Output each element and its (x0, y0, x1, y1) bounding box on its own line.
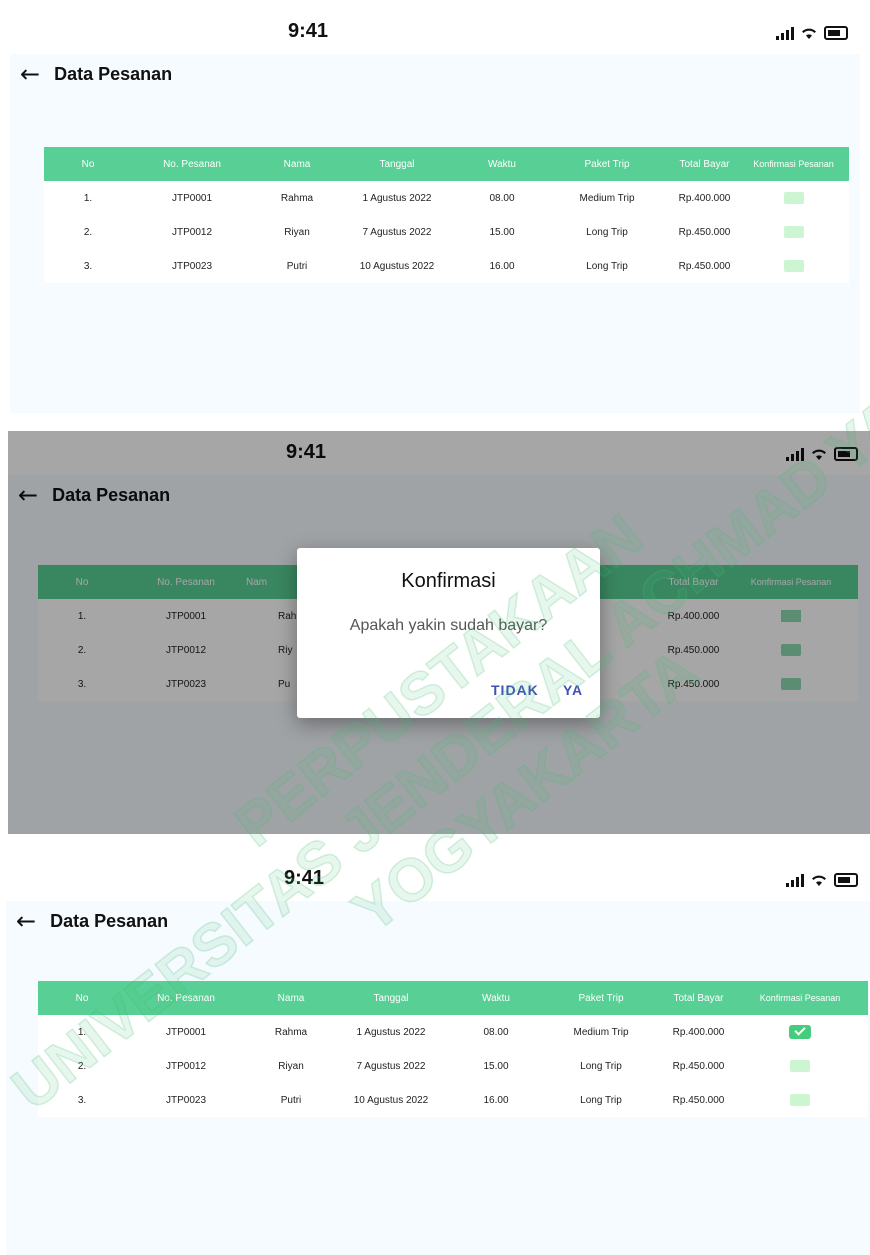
cell-time: 16.00 (483, 1094, 509, 1106)
signal-icon (786, 873, 804, 887)
cell-total: Rp.450.000 (678, 226, 731, 238)
orders-table: No No. Pesanan Nama Tanggal Waktu Paket … (38, 981, 868, 1117)
status-time: 9:41 (288, 20, 329, 42)
cell-date: 10 Agustus 2022 (353, 1094, 429, 1106)
col-time: Waktu (482, 992, 510, 1004)
cell-name: Riyan (278, 1060, 304, 1072)
col-order: No. Pesanan (157, 992, 215, 1004)
status-bar: 9:41 (6, 857, 870, 901)
table-row: 1. JTP0001 Rahma 1 Agustus 2022 08.00 Me… (44, 181, 849, 215)
cell-name: Putri (286, 260, 308, 272)
cell-package: Medium Trip (573, 1026, 629, 1038)
cell-order: JTP0012 (165, 1060, 207, 1072)
cell-package: Long Trip (586, 260, 628, 272)
cell-no: 1. (83, 192, 93, 204)
status-icons (776, 26, 848, 40)
back-arrow-icon[interactable]: ← (20, 62, 40, 86)
cell-total: Rp.450.000 (672, 1060, 725, 1072)
col-package: Paket Trip (584, 158, 630, 170)
col-total: Total Bayar (673, 992, 724, 1004)
wifi-icon (812, 875, 826, 886)
cell-package: Long Trip (586, 226, 628, 238)
confirm-checkbox[interactable] (783, 260, 804, 272)
table-header: No No. Pesanan Nama Tanggal Waktu Paket … (38, 981, 868, 1015)
cell-name: Riyan (284, 226, 310, 238)
cell-date: 10 Agustus 2022 (359, 260, 435, 272)
col-total: Total Bayar (679, 158, 730, 170)
battery-icon (824, 26, 848, 40)
status-time: 9:41 (284, 867, 325, 889)
cell-no: 3. (77, 1094, 87, 1106)
col-name: Nama (277, 992, 305, 1004)
page-header: ← Data Pesanan (16, 909, 168, 933)
confirm-checkbox[interactable] (790, 1060, 810, 1072)
back-arrow-icon[interactable]: ← (16, 909, 36, 933)
col-date: Tanggal (373, 992, 409, 1004)
col-no: No (81, 158, 95, 170)
col-date: Tanggal (379, 158, 415, 170)
cell-order: JTP0001 (165, 1026, 207, 1038)
cell-name: Putri (280, 1094, 302, 1106)
table-row: 1. JTP0001 Rahma 1 Agustus 2022 08.00 Me… (38, 1015, 868, 1049)
confirm-dialog: Konfirmasi Apakah yakin sudah bayar? TID… (297, 548, 600, 718)
cell-time: 16.00 (489, 260, 515, 272)
cell-name: Rahma (280, 192, 314, 204)
col-name: Nama (283, 158, 311, 170)
table-row: 3. JTP0023 Putri 10 Agustus 2022 16.00 L… (44, 249, 849, 283)
signal-icon (776, 26, 794, 40)
cell-name: Rahma (274, 1026, 308, 1038)
cell-time: 08.00 (483, 1026, 509, 1038)
cell-total: Rp.400.000 (672, 1026, 725, 1038)
cell-date: 7 Agustus 2022 (356, 1060, 426, 1072)
screen-1: 9:41 ← Data Pesanan No No. Pesanan Nama … (10, 10, 860, 413)
page-header: ← Data Pesanan (20, 62, 172, 86)
confirm-checkbox[interactable] (783, 226, 804, 238)
cell-date: 1 Agustus 2022 (356, 1026, 426, 1038)
cell-total: Rp.450.000 (678, 260, 731, 272)
cell-no: 1. (77, 1026, 87, 1038)
dialog-message: Apakah yakin sudah bayar? (349, 617, 548, 634)
table-row: 2. JTP0012 Riyan 7 Agustus 2022 15.00 Lo… (44, 215, 849, 249)
col-no: No (75, 992, 89, 1004)
screen-3: 9:41 ← Data Pesanan No No. Pesanan Nama … (6, 857, 870, 1255)
col-confirm: Konfirmasi Pesanan (759, 993, 841, 1003)
table-row: 2. JTP0012 Riyan 7 Agustus 2022 15.00 Lo… (38, 1049, 868, 1083)
confirm-checkbox[interactable] (790, 1094, 810, 1106)
orders-table: No No. Pesanan Nama Tanggal Waktu Paket … (44, 147, 849, 283)
status-bar: 9:41 (10, 10, 860, 54)
cell-order: JTP0023 (165, 1094, 207, 1106)
cancel-button[interactable]: TIDAK (491, 682, 539, 698)
battery-icon (834, 873, 858, 887)
cell-date: 1 Agustus 2022 (362, 192, 432, 204)
cell-time: 15.00 (489, 226, 515, 238)
table-header: No No. Pesanan Nama Tanggal Waktu Paket … (44, 147, 849, 181)
cell-package: Medium Trip (579, 192, 635, 204)
page-title: Data Pesanan (54, 63, 173, 84)
cell-no: 3. (83, 260, 93, 272)
cell-date: 7 Agustus 2022 (362, 226, 432, 238)
table-row: 3. JTP0023 Putri 10 Agustus 2022 16.00 L… (38, 1083, 868, 1117)
col-order: No. Pesanan (163, 158, 221, 170)
cell-no: 2. (83, 226, 93, 238)
col-confirm: Konfirmasi Pesanan (753, 159, 834, 169)
dialog-title: Konfirmasi (401, 570, 496, 592)
col-time: Waktu (488, 158, 516, 170)
cell-total: Rp.400.000 (678, 192, 731, 204)
cell-total: Rp.450.000 (672, 1094, 725, 1106)
confirm-button[interactable]: YA (563, 682, 583, 698)
wifi-icon (802, 28, 816, 39)
page-title: Data Pesanan (50, 910, 169, 931)
cell-no: 2. (77, 1060, 87, 1072)
cell-package: Long Trip (580, 1094, 622, 1106)
cell-time: 15.00 (483, 1060, 509, 1072)
cell-order: JTP0012 (171, 226, 213, 238)
confirm-checkbox-checked[interactable] (789, 1025, 811, 1039)
cell-package: Long Trip (580, 1060, 622, 1072)
cell-order: JTP0001 (171, 192, 213, 204)
status-icons (786, 873, 858, 887)
cell-order: JTP0023 (171, 260, 213, 272)
confirm-checkbox[interactable] (783, 192, 804, 204)
cell-time: 08.00 (489, 192, 515, 204)
col-package: Paket Trip (578, 992, 624, 1004)
